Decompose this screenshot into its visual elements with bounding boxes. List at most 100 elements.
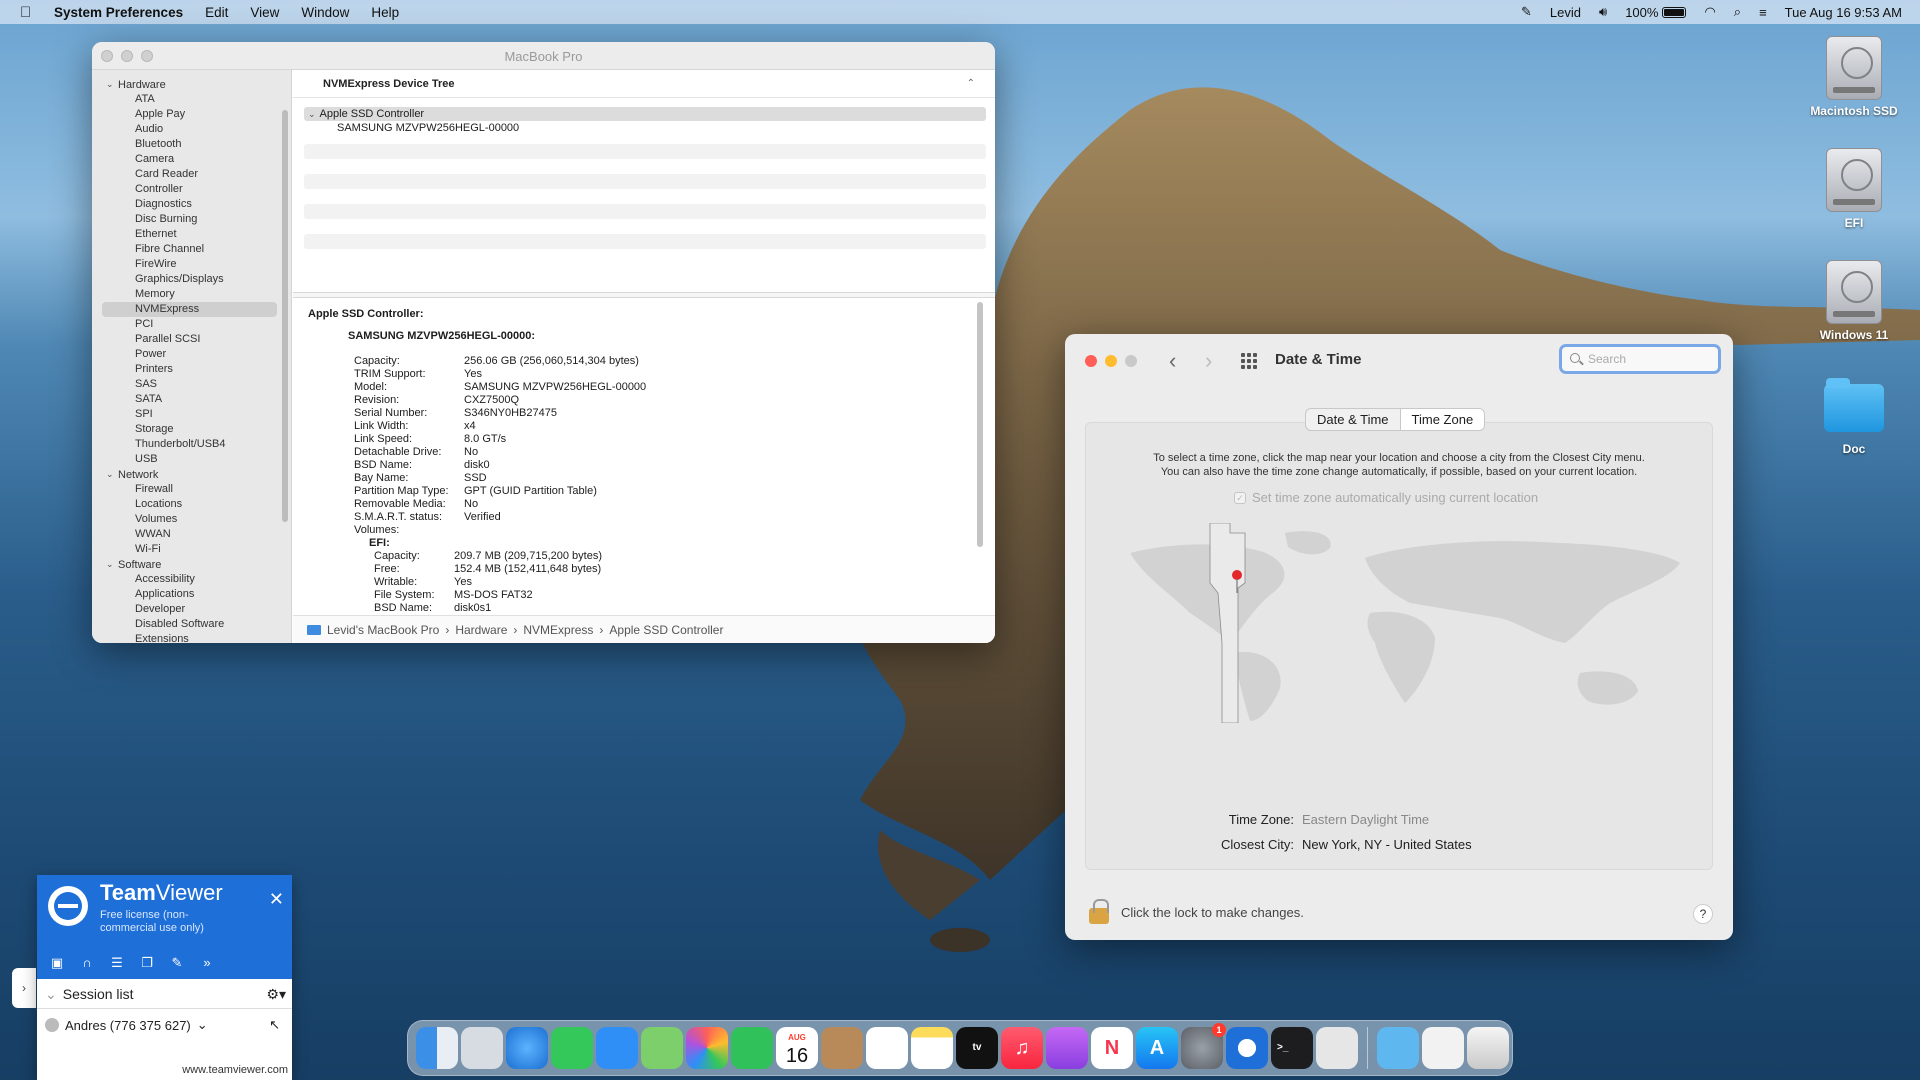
tab-time-zone[interactable]: Time Zone (1399, 409, 1485, 430)
screenshots-icon[interactable] (1422, 1027, 1464, 1069)
desktop-icon-efi[interactable]: EFI (1799, 148, 1909, 230)
reminders-icon[interactable] (866, 1027, 908, 1069)
music-icon[interactable]: ♫ (1001, 1027, 1043, 1069)
headset-icon[interactable]: ∩ (79, 955, 95, 970)
downloads-folder-icon[interactable] (1377, 1027, 1419, 1069)
path-item[interactable]: Apple SSD Controller (609, 623, 723, 637)
sidebar-item[interactable]: Locations (92, 497, 291, 512)
sidebar-item[interactable]: Thunderbolt/USB4 (92, 437, 291, 452)
spotlight-icon[interactable]: ⌕ (1734, 4, 1741, 20)
sidebar-item[interactable]: SPI (92, 407, 291, 422)
sidebar-item[interactable]: Accessibility (92, 572, 291, 587)
tree-header[interactable]: NVMExpress Device Tree ⌃ (293, 70, 995, 98)
contact-row[interactable]: Andres (776 375 627) ⌄ (45, 1017, 208, 1033)
sidebar-item[interactable]: SATA (92, 392, 291, 407)
path-item[interactable]: Levid's MacBook Pro (327, 623, 439, 637)
lock-icon[interactable] (1089, 899, 1109, 924)
sidebar-item[interactable]: Developer (92, 602, 291, 617)
sidebar-item[interactable]: Diagnostics (92, 197, 291, 212)
volume-icon[interactable]: 🔊︎ (1599, 4, 1607, 20)
sidebar-item[interactable]: Volumes (92, 512, 291, 527)
sidebar-item[interactable]: ATA (92, 92, 291, 107)
tab-date-time[interactable]: Date & Time (1306, 409, 1400, 430)
sidebar-group-network[interactable]: ⌄ Network (92, 467, 291, 482)
close-button[interactable] (1085, 355, 1097, 367)
menu-window[interactable]: Window (301, 5, 349, 20)
maps-icon[interactable] (641, 1027, 683, 1069)
finder-icon[interactable] (416, 1027, 458, 1069)
terminal-icon[interactable]: >_ (1271, 1027, 1313, 1069)
system-information-icon[interactable] (1316, 1027, 1358, 1069)
calendar-icon[interactable]: AUG 16 (776, 1027, 818, 1069)
system-preferences-icon[interactable]: 1 (1181, 1023, 1226, 1069)
sidebar-item[interactable]: Ethernet (92, 227, 291, 242)
back-button[interactable]: ‹ (1169, 348, 1176, 374)
launchpad-icon[interactable] (461, 1027, 503, 1069)
messages-icon[interactable] (551, 1027, 593, 1069)
sidebar-item[interactable]: Wi-Fi (92, 542, 291, 557)
show-all-grid-icon[interactable] (1241, 353, 1257, 369)
app-store-icon[interactable]: A (1136, 1027, 1178, 1069)
sidebar-item[interactable]: NVMExpress (102, 302, 277, 317)
sidebar-item[interactable]: SAS (92, 377, 291, 392)
menu-clock[interactable]: Tue Aug 16 9:53 AM (1785, 5, 1902, 20)
path-item[interactable]: Hardware (455, 623, 507, 637)
trash-icon[interactable] (1467, 1027, 1509, 1069)
apple-menu-icon[interactable]:  (20, 4, 40, 21)
forward-button[interactable]: › (1205, 348, 1212, 374)
menu-edit[interactable]: Edit (205, 5, 228, 20)
sidebar-item[interactable]: Controller (92, 182, 291, 197)
sidebar-item[interactable]: Graphics/Displays (92, 272, 291, 287)
tree-row-device[interactable]: SAMSUNG MZVPW256HEGL-00000 (304, 121, 986, 135)
zoom-button[interactable] (1125, 355, 1137, 367)
sidebar-group-software[interactable]: ⌄ Software (92, 557, 291, 572)
sidebar-item[interactable]: Disabled Software (92, 617, 291, 632)
sidebar-item[interactable]: WWAN (92, 527, 291, 542)
wifi-icon[interactable]: ◠ (1704, 4, 1715, 20)
sidebar-item[interactable]: Apple Pay (92, 107, 291, 122)
facetime-icon[interactable] (731, 1027, 773, 1069)
sidebar-item[interactable]: PCI (92, 317, 291, 332)
gear-icon[interactable]: ⚙▾ (266, 979, 286, 1009)
battery-status[interactable]: 100% (1625, 5, 1687, 20)
teamviewer-expand-tab[interactable]: › (12, 968, 36, 1008)
photos-icon[interactable] (686, 1027, 728, 1069)
sidebar-item[interactable]: Applications (92, 587, 291, 602)
sidebar-item[interactable]: Audio (92, 122, 291, 137)
close-icon[interactable]: ✕ (269, 889, 284, 910)
session-list-header[interactable]: ⌄ Session list ⚙▾ (37, 979, 292, 1009)
video-icon[interactable]: ▣ (49, 955, 65, 970)
more-icon[interactable]: » (199, 955, 215, 970)
sidebar-item[interactable]: Firewall (92, 482, 291, 497)
sidebar-item[interactable]: Bluetooth (92, 137, 291, 152)
sidebar-item[interactable]: Storage (92, 422, 291, 437)
sidebar-item[interactable]: Power (92, 347, 291, 362)
teamviewer-link[interactable]: www.teamviewer.com (182, 1064, 288, 1076)
sidebar-item[interactable]: Printers (92, 362, 291, 377)
chat-icon[interactable]: ☰ (109, 955, 125, 970)
desktop-icon-windows-11[interactable]: Windows 11 (1799, 260, 1909, 342)
sidebar-item[interactable]: Card Reader (92, 167, 291, 182)
apple-tv-icon[interactable]: tv (956, 1027, 998, 1069)
menu-help[interactable]: Help (371, 5, 399, 20)
sidebar-item[interactable]: Parallel SCSI (92, 332, 291, 347)
desktop-icon-doc[interactable]: Doc (1799, 378, 1909, 456)
tools-icon[interactable]: ✎ (169, 955, 185, 970)
sidebar-group-hardware[interactable]: ⌄ Hardware (92, 77, 291, 92)
input-source-icon[interactable]: ✎ (1521, 4, 1532, 20)
files-icon[interactable]: ❐ (139, 955, 155, 970)
sidebar-item[interactable]: Memory (92, 287, 291, 302)
world-map[interactable] (1110, 523, 1690, 723)
sidebar-scrollbar[interactable] (282, 110, 288, 522)
sidebar-item[interactable]: FireWire (92, 257, 291, 272)
search-input[interactable]: Search (1559, 344, 1721, 374)
podcasts-icon[interactable] (1046, 1027, 1088, 1069)
contacts-icon[interactable] (821, 1027, 863, 1069)
sidebar-item[interactable]: Camera (92, 152, 291, 167)
desktop-icon-macintosh-ssd[interactable]: Macintosh SSD (1799, 36, 1909, 118)
help-button[interactable]: ? (1693, 904, 1713, 924)
closest-city-select[interactable]: New York, NY - United States (1302, 837, 1472, 852)
sidebar-item[interactable]: Fibre Channel (92, 242, 291, 257)
menu-app-name[interactable]: System Preferences (54, 5, 183, 20)
cursor-icon[interactable]: ↖ (269, 1017, 280, 1033)
